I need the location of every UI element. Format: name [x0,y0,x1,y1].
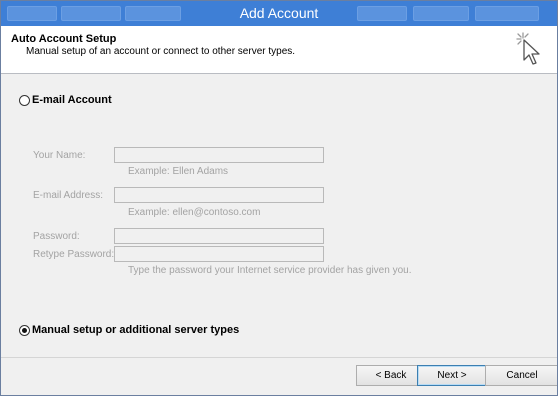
window-title: Add Account [239,5,319,21]
next-button[interactable]: Next > [417,365,487,386]
footer-divider [1,357,557,358]
retype-password-field[interactable] [114,246,324,262]
your-name-hint: Example: Ellen Adams [128,166,229,177]
email-address-hint: Example: ellen@contoso.com [128,207,261,218]
title-bar[interactable]: Add Account [1,1,557,26]
password-label: Password: [33,231,80,242]
wizard-cursor-icon [516,32,540,65]
email-account-radio[interactable] [19,95,30,106]
page-heading: Auto Account Setup [11,33,117,45]
your-name-label: Your Name: [33,150,86,161]
email-address-field[interactable] [114,187,324,203]
password-hint: Type the password your Internet service … [128,265,412,276]
manual-setup-label[interactable]: Manual setup or additional server types [32,324,239,336]
email-address-label: E-mail Address: [33,190,104,201]
add-account-dialog: Add Account Auto Account Setup Manual se… [0,0,558,396]
retype-password-label: Retype Password: [33,249,115,260]
back-button[interactable]: < Back [356,365,426,386]
wizard-header: Auto Account Setup Manual setup of an ac… [1,26,557,74]
page-subheading: Manual setup of an account or connect to… [26,46,296,57]
your-name-field[interactable] [114,147,324,163]
email-account-label[interactable]: E-mail Account [32,94,112,106]
password-field[interactable] [114,228,324,244]
cancel-button[interactable]: Cancel [485,365,557,386]
manual-setup-radio[interactable] [19,325,30,336]
